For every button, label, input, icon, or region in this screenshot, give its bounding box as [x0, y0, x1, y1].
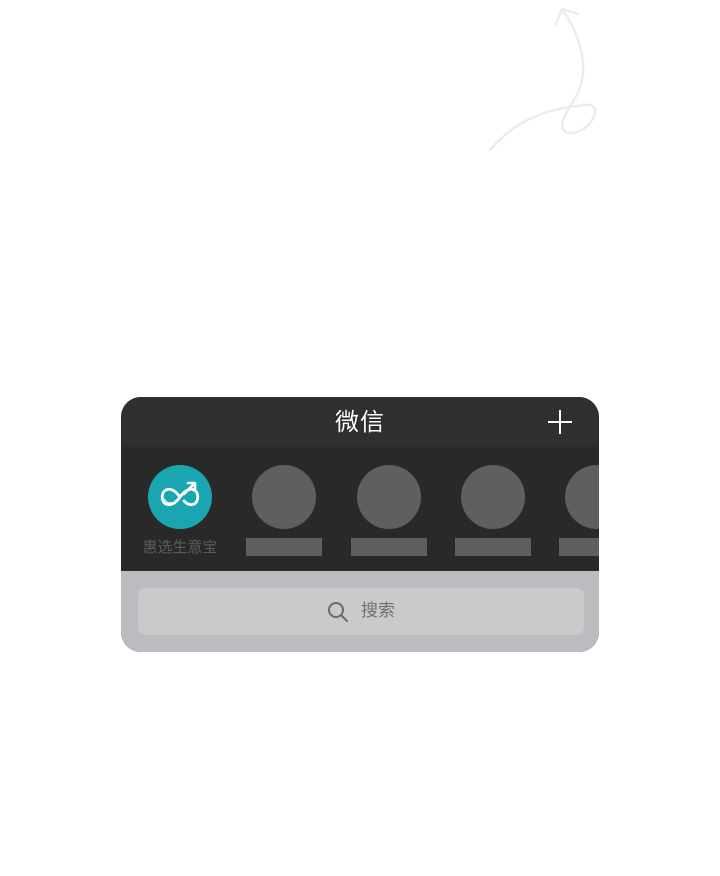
placeholder-avatar [565, 465, 599, 529]
mini-program-huixuan[interactable]: 惠选生意宝 [130, 465, 230, 565]
search-icon [328, 601, 348, 622]
placeholder-label-bar [455, 538, 531, 556]
plus-icon[interactable] [547, 409, 573, 435]
placeholder-avatar [461, 465, 525, 529]
page-title: 微信 [335, 408, 385, 436]
mini-program-placeholder[interactable] [339, 465, 439, 565]
top-bar: 微信 [121, 397, 599, 447]
infinity-arrow-logo-icon [160, 481, 200, 507]
search-area: 搜索 [121, 571, 599, 652]
mini-program-placeholder[interactable] [547, 465, 599, 565]
search-inner: 搜索 [138, 588, 584, 635]
placeholder-label-bar [246, 538, 322, 556]
mini-program-placeholder[interactable] [443, 465, 543, 565]
search-input[interactable]: 搜索 [138, 588, 584, 635]
mini-program-placeholder[interactable] [234, 465, 334, 565]
placeholder-label-bar [559, 538, 599, 556]
placeholder-avatar [357, 465, 421, 529]
pull-down-hint-arrow [488, 7, 597, 152]
wechat-pulldown-panel: 微信 惠选生意宝 搜索 [121, 397, 599, 652]
placeholder-avatar [252, 465, 316, 529]
recent-mini-programs: 惠选生意宝 [121, 447, 599, 571]
app-logo [148, 465, 212, 529]
page: 微信 惠选生意宝 搜索 [0, 0, 720, 876]
app-label: 惠选生意宝 [142, 538, 218, 556]
search-placeholder: 搜索 [361, 601, 395, 621]
placeholder-label-bar [351, 538, 427, 556]
